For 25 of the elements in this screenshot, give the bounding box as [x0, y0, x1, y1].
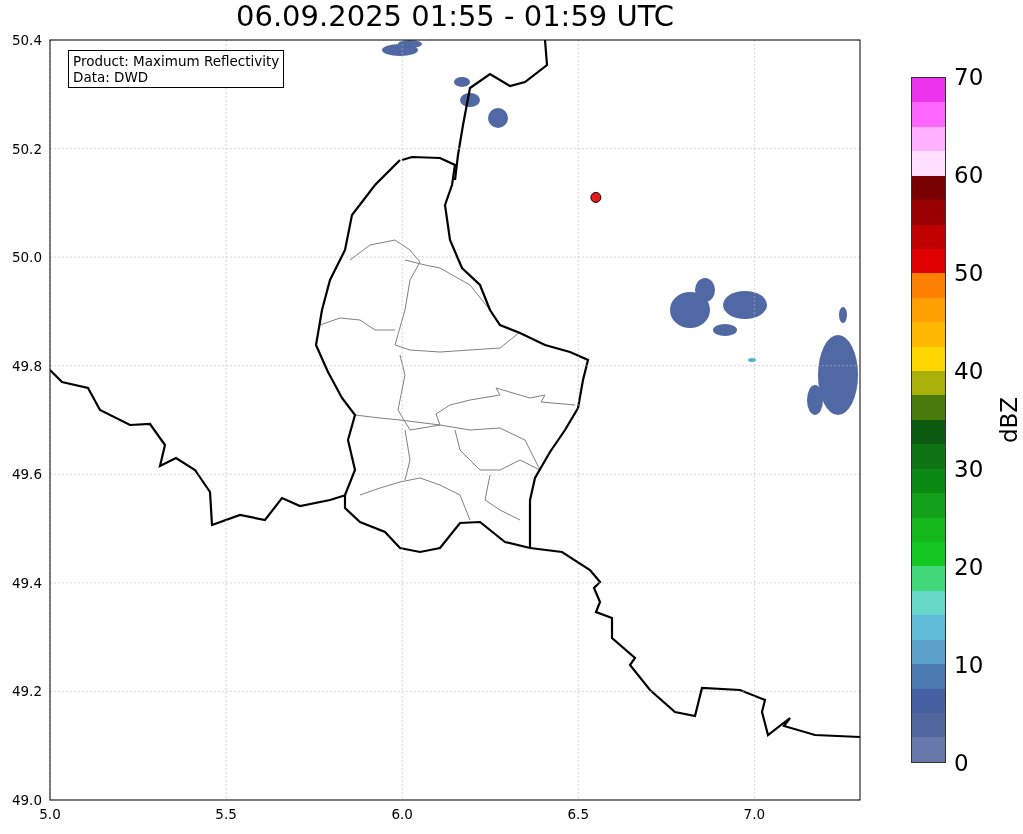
colorbar-tick-label: 70	[954, 64, 984, 90]
legend-text: Data: DWD	[73, 69, 150, 85]
colorbar-label: dBZ	[996, 396, 1023, 444]
colorbar-tick-label: 10	[954, 652, 984, 678]
axis-tick-label: 49.2	[11, 683, 42, 700]
legend-text: Product: Maximum Reflectivity	[73, 53, 280, 69]
axis-tick-label: 50.2	[11, 140, 42, 157]
axis-tick-label: 5.5	[215, 806, 237, 822]
axis-tick-label: 49.4	[11, 574, 42, 591]
chart-title: 06.09.2025 01:55 - 01:59 UTC	[235, 0, 675, 32]
axis-tick-label: 49.0	[11, 792, 42, 808]
axis-tick-label: 50.4	[11, 32, 42, 48]
colorbar-tick-label: 30	[954, 456, 984, 482]
axis-tick-label: 50.0	[11, 249, 42, 266]
axis-tick-label: 7.0	[743, 806, 766, 822]
colorbar-tick-label: 50	[954, 260, 984, 286]
axis-tick-label: 6.5	[567, 806, 589, 822]
axis-tick-label: 49.6	[11, 466, 42, 483]
colorbar-tick-label: 20	[954, 554, 984, 580]
axis-tick-label: 49.8	[11, 357, 42, 374]
axis-tick-label: 5.0	[39, 806, 61, 822]
axis-tick-label: 6.0	[391, 806, 413, 822]
colorbar-tick-label: 60	[954, 162, 984, 188]
colorbar-tick-label: 0	[954, 750, 970, 776]
colorbar-tick-label: 40	[954, 358, 984, 384]
